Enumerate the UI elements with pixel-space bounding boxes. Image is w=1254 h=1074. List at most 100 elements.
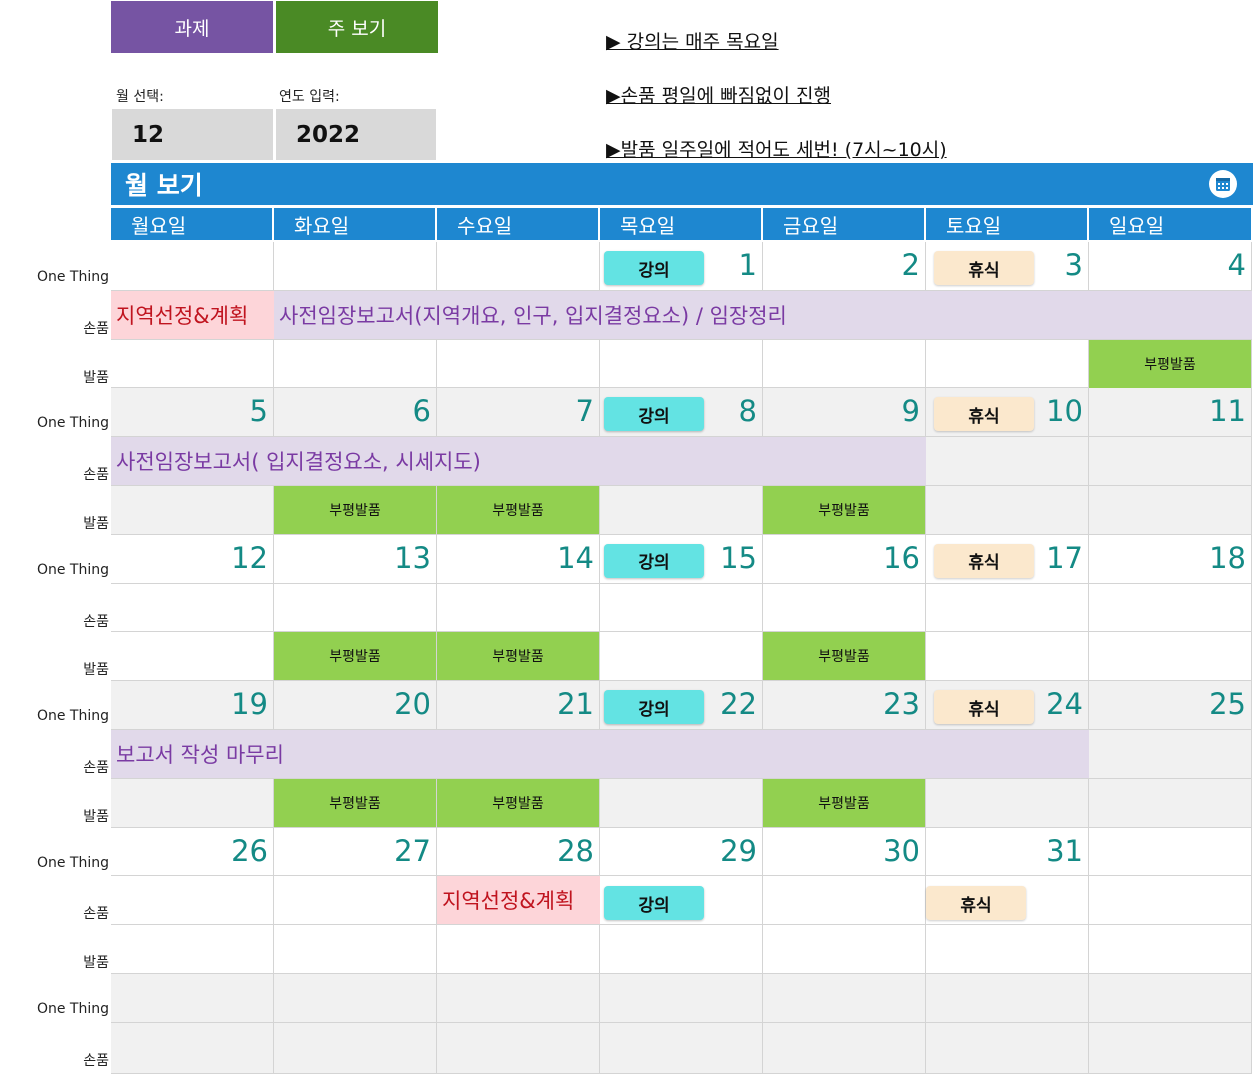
field-visit-badge[interactable]: 부평발품 <box>437 778 600 827</box>
calendar-cell[interactable] <box>1089 1022 1252 1074</box>
calendar-cell[interactable] <box>600 486 763 535</box>
rest-badge[interactable]: 휴식 <box>934 690 1034 725</box>
calendar-cell[interactable] <box>111 486 274 535</box>
calendar-cell[interactable] <box>437 339 600 389</box>
calendar-cell[interactable] <box>600 974 763 1023</box>
rest-badge[interactable]: 휴식 <box>934 397 1034 432</box>
field-visit-badge[interactable]: 부평발품 <box>1089 339 1252 388</box>
calendar-cell[interactable] <box>1089 778 1252 828</box>
field-visit-badge[interactable]: 부평발품 <box>437 486 600 534</box>
day-number[interactable]: 27 <box>274 834 431 868</box>
calendar-cell[interactable] <box>437 925 600 974</box>
day-number[interactable]: 7 <box>437 394 594 428</box>
calendar-cell[interactable] <box>1089 827 1252 877</box>
day-number[interactable]: 20 <box>274 687 431 721</box>
calendar-cell[interactable] <box>600 925 763 974</box>
day-number[interactable]: 16 <box>763 541 920 575</box>
calendar-cell[interactable] <box>763 339 926 389</box>
calendar-cell[interactable] <box>926 437 1089 486</box>
calendar-cell[interactable] <box>111 974 274 1023</box>
calendar-cell[interactable] <box>274 1022 437 1074</box>
day-number[interactable]: 12 <box>111 541 268 575</box>
lecture-badge[interactable]: 강의 <box>604 690 704 725</box>
calendar-cell[interactable] <box>600 583 763 633</box>
calendar-cell[interactable] <box>763 583 926 633</box>
calendar-cell[interactable] <box>926 925 1089 974</box>
calendar-cell[interactable] <box>1089 730 1252 779</box>
field-visit-badge[interactable]: 부평발품 <box>274 778 437 827</box>
calendar-cell[interactable] <box>111 778 274 828</box>
calendar-cell[interactable] <box>274 339 437 389</box>
calendar-cell[interactable] <box>926 974 1089 1023</box>
calendar-cell[interactable] <box>600 778 763 828</box>
calendar-cell[interactable] <box>437 974 600 1023</box>
day-number[interactable]: 14 <box>437 541 594 575</box>
day-number[interactable]: 6 <box>274 394 431 428</box>
lecture-badge[interactable]: 강의 <box>604 886 704 921</box>
calendar-cell[interactable] <box>1089 925 1252 974</box>
calendar-cell[interactable] <box>763 1022 926 1074</box>
field-visit-badge[interactable]: 부평발품 <box>763 632 926 681</box>
calendar-cell[interactable] <box>111 632 274 682</box>
calendar-cell[interactable] <box>274 974 437 1023</box>
day-number[interactable]: 18 <box>1089 541 1246 575</box>
month-select[interactable]: 12 <box>112 109 273 160</box>
calendar-cell[interactable] <box>111 876 274 926</box>
calendar-cell[interactable] <box>274 242 437 291</box>
year-input[interactable]: 2022 <box>276 109 436 160</box>
calendar-cell[interactable] <box>437 1022 600 1074</box>
day-number[interactable]: 21 <box>437 687 594 721</box>
calendar-cell[interactable] <box>763 876 926 926</box>
day-number[interactable]: 31 <box>926 834 1083 868</box>
rest-badge[interactable]: 휴식 <box>934 543 1034 578</box>
calendar-cell[interactable] <box>763 974 926 1023</box>
day-number[interactable]: 26 <box>111 834 268 868</box>
calendar-cell[interactable] <box>111 242 274 291</box>
day-number[interactable]: 9 <box>763 394 920 428</box>
calendar-cell[interactable] <box>111 583 274 633</box>
day-number[interactable]: 19 <box>111 687 268 721</box>
field-visit-badge[interactable]: 부평발품 <box>274 632 437 681</box>
day-number[interactable]: 5 <box>111 394 268 428</box>
calendar-cell[interactable] <box>1089 486 1252 535</box>
lecture-badge[interactable]: 강의 <box>604 543 704 578</box>
calendar-cell[interactable] <box>600 1022 763 1074</box>
day-number[interactable]: 25 <box>1089 687 1246 721</box>
calendar-cell[interactable] <box>926 583 1089 633</box>
field-visit-badge[interactable]: 부평발품 <box>274 486 437 534</box>
calendar-cell[interactable] <box>111 1022 274 1074</box>
calendar-cell[interactable] <box>111 925 274 974</box>
day-number[interactable]: 23 <box>763 687 920 721</box>
calendar-cell[interactable] <box>1089 632 1252 682</box>
calendar-cell[interactable] <box>600 632 763 682</box>
task-region-plan[interactable]: 지역선정&계획 <box>111 290 274 339</box>
week-view-button[interactable]: 주 보기 <box>276 1 438 53</box>
tasks-button[interactable]: 과제 <box>111 1 273 53</box>
calendar-cell[interactable] <box>926 1022 1089 1074</box>
calendar-cell[interactable] <box>763 925 926 974</box>
day-number[interactable]: 11 <box>1089 394 1246 428</box>
task-region-plan-2[interactable]: 지역선정&계획 <box>437 876 600 925</box>
calendar-cell[interactable] <box>1089 876 1252 926</box>
calendar-cell[interactable] <box>437 242 600 291</box>
calendar-cell[interactable] <box>1089 583 1252 633</box>
calendar-cell[interactable] <box>1089 974 1252 1023</box>
rest-badge[interactable]: 휴식 <box>934 251 1034 285</box>
field-visit-badge[interactable]: 부평발품 <box>763 778 926 827</box>
calendar-cell[interactable] <box>1089 437 1252 486</box>
calendar-cell[interactable] <box>600 339 763 389</box>
calendar-cell[interactable] <box>274 925 437 974</box>
task-pre-report-1[interactable]: 사전임장보고서(지역개요, 인구, 입지결정요소) / 임장정리 <box>274 290 1252 339</box>
calendar-cell[interactable] <box>926 632 1089 682</box>
day-number[interactable]: 4 <box>1089 248 1246 282</box>
day-number[interactable]: 29 <box>600 834 757 868</box>
day-number[interactable]: 2 <box>763 248 920 282</box>
task-pre-report-2[interactable]: 사전임장보고서( 입지결정요소, 시세지도) <box>111 437 926 486</box>
field-visit-badge[interactable]: 부평발품 <box>437 632 600 681</box>
lecture-badge[interactable]: 강의 <box>604 397 704 432</box>
calendar-cell[interactable] <box>274 583 437 633</box>
day-number[interactable]: 13 <box>274 541 431 575</box>
task-report-finish[interactable]: 보고서 작성 마무리 <box>111 730 1089 778</box>
day-number[interactable]: 30 <box>763 834 920 868</box>
rest-badge[interactable]: 휴식 <box>926 886 1026 921</box>
